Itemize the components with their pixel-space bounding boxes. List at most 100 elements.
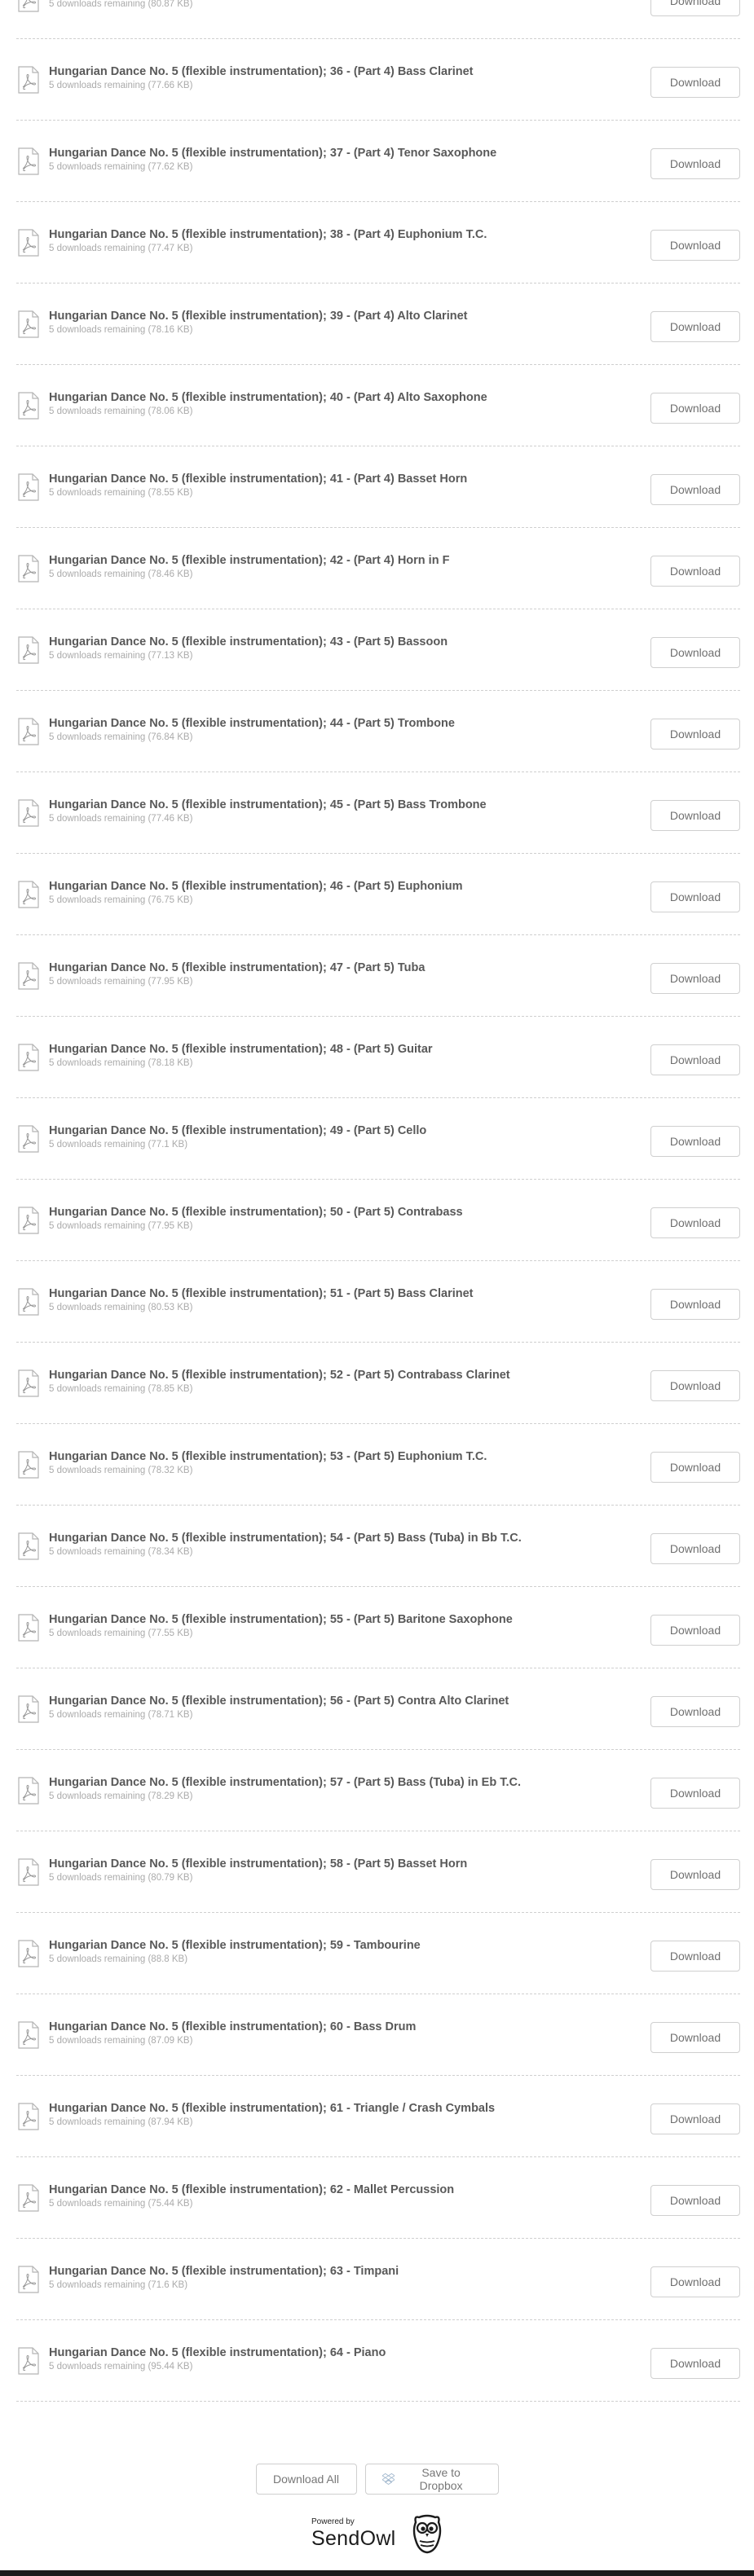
file-title: Hungarian Dance No. 5 (flexible instrume…	[49, 2265, 399, 2278]
download-button[interactable]: Download	[650, 1452, 740, 1483]
file-row: Hungarian Dance No. 5 (flexible instrume…	[16, 1831, 740, 1913]
download-button[interactable]: Download	[650, 1126, 740, 1157]
file-row: Hungarian Dance No. 5 (flexible instrume…	[16, 1668, 740, 1750]
save-to-dropbox-button[interactable]: Save to Dropbox	[364, 2464, 499, 2495]
file-title: Hungarian Dance No. 5 (flexible instrume…	[49, 1287, 474, 1300]
pdf-file-icon	[18, 0, 39, 12]
download-button[interactable]: Download	[650, 2185, 740, 2216]
file-meta: 5 downloads remaining (80.79 KB)	[49, 1873, 193, 1883]
download-button[interactable]: Download	[650, 1859, 740, 1890]
file-row: Hungarian Dance No. 5 (flexible instrume…	[16, 39, 740, 121]
file-row: Hungarian Dance No. 5 (flexible instrume…	[16, 1343, 740, 1424]
brand-name: SendOwl	[311, 2527, 396, 2550]
download-button[interactable]: Download	[650, 393, 740, 424]
download-button[interactable]: Download	[650, 2022, 740, 2053]
pdf-file-icon	[18, 1777, 39, 1805]
file-title: Hungarian Dance No. 5 (flexible instrume…	[49, 2020, 417, 2033]
download-button[interactable]: Download	[650, 2266, 740, 2297]
file-title: Hungarian Dance No. 5 (flexible instrume…	[49, 1695, 509, 1708]
pdf-file-icon	[18, 1288, 39, 1316]
pdf-file-icon	[18, 636, 39, 664]
download-button[interactable]: Download	[650, 1370, 740, 1401]
pdf-file-icon	[18, 2184, 39, 2212]
file-meta: 5 downloads remaining (77.62 KB)	[49, 162, 193, 172]
file-meta: 5 downloads remaining (78.85 KB)	[49, 1384, 193, 1394]
download-button[interactable]: Download	[650, 800, 740, 831]
file-title: Hungarian Dance No. 5 (flexible instrume…	[49, 1124, 427, 1137]
download-button[interactable]: Download	[650, 1778, 740, 1809]
pdf-file-icon	[18, 881, 39, 908]
pdf-file-icon	[18, 229, 39, 257]
download-button[interactable]: Download	[650, 1044, 740, 1075]
file-row: Hungarian Dance No. 5 (flexible instrume…	[16, 2320, 740, 2402]
download-all-button[interactable]: Download All	[255, 2464, 357, 2495]
download-button[interactable]: Download	[650, 637, 740, 668]
download-button[interactable]: Download	[650, 2348, 740, 2379]
file-title: Hungarian Dance No. 5 (flexible instrume…	[49, 2183, 455, 2196]
file-title: Hungarian Dance No. 5 (flexible instrume…	[49, 1450, 487, 1463]
download-button[interactable]: Download	[650, 230, 740, 261]
file-title: Hungarian Dance No. 5 (flexible instrume…	[49, 880, 463, 893]
download-button[interactable]: Download	[650, 311, 740, 342]
file-meta: 5 downloads remaining (77.47 KB)	[49, 244, 193, 253]
download-button[interactable]: Download	[650, 1696, 740, 1727]
pdf-file-icon	[18, 1858, 39, 1886]
download-button[interactable]: Download	[650, 1207, 740, 1238]
file-meta: 5 downloads remaining (76.84 KB)	[49, 732, 193, 742]
file-meta: 5 downloads remaining (77.1 KB)	[49, 1140, 188, 1150]
download-button[interactable]: Download	[650, 0, 740, 16]
file-meta: 5 downloads remaining (78.16 KB)	[49, 325, 193, 335]
file-title: Hungarian Dance No. 5 (flexible instrume…	[49, 1857, 468, 1870]
pdf-file-icon	[18, 962, 39, 990]
file-title: Hungarian Dance No. 5 (flexible instrume…	[49, 554, 450, 567]
pdf-file-icon	[18, 2347, 39, 2375]
download-button[interactable]: Download	[650, 1289, 740, 1320]
powered-by-label: Powered by	[311, 2517, 355, 2526]
file-row: Hungarian Dance No. 5 (flexible instrume…	[16, 1180, 740, 1261]
file-row: Hungarian Dance No. 5 (flexible instrume…	[16, 446, 740, 528]
file-meta: 5 downloads remaining (78.06 KB)	[49, 407, 193, 416]
file-meta: 5 downloads remaining (77.55 KB)	[49, 1629, 193, 1638]
download-button[interactable]: Download	[650, 1615, 740, 1646]
file-row: Hungarian Dance No. 5 (flexible instrume…	[16, 2239, 740, 2320]
download-button[interactable]: Download	[650, 881, 740, 912]
file-title: Hungarian Dance No. 5 (flexible instrume…	[49, 2346, 386, 2359]
download-button[interactable]: Download	[650, 1533, 740, 1564]
file-meta: 5 downloads remaining (78.55 KB)	[49, 488, 193, 498]
download-button[interactable]: Download	[650, 1941, 740, 1972]
file-meta: 5 downloads remaining (77.46 KB)	[49, 814, 193, 824]
owl-logo-icon	[412, 2514, 442, 2554]
file-title: Hungarian Dance No. 5 (flexible instrume…	[49, 65, 474, 78]
file-title: Hungarian Dance No. 5 (flexible instrume…	[49, 798, 487, 811]
pdf-file-icon	[18, 718, 39, 745]
download-button[interactable]: Download	[650, 148, 740, 179]
powered-by-sendowl[interactable]: Powered by SendOwl	[311, 2514, 450, 2555]
file-row: Hungarian Dance No. 5 (flexible instrume…	[16, 1424, 740, 1506]
pdf-file-icon	[18, 799, 39, 827]
download-button[interactable]: Download	[650, 963, 740, 994]
file-row: Hungarian Dance No. 5 (flexible instrume…	[16, 935, 740, 1017]
pdf-file-icon	[18, 1614, 39, 1642]
file-row: Hungarian Dance No. 5 (flexible instrume…	[16, 1098, 740, 1180]
file-row: Hungarian Dance No. 5 (flexible instrume…	[16, 365, 740, 446]
pdf-file-icon	[18, 1940, 39, 1967]
pdf-file-icon	[18, 392, 39, 420]
file-list: Hungarian Dance No. 5 (flexible instrume…	[16, 0, 740, 2402]
file-meta: 5 downloads remaining (76.75 KB)	[49, 895, 193, 905]
pdf-file-icon	[18, 1369, 39, 1397]
file-meta: 5 downloads remaining (71.6 KB)	[49, 2280, 188, 2290]
pdf-file-icon	[18, 1044, 39, 1071]
download-button[interactable]: Download	[650, 719, 740, 750]
file-row: Hungarian Dance No. 5 (flexible instrume…	[16, 2157, 740, 2239]
download-button[interactable]: Download	[650, 67, 740, 98]
pdf-file-icon	[18, 2021, 39, 2049]
download-button[interactable]: Download	[650, 2103, 740, 2134]
download-button[interactable]: Download	[650, 556, 740, 587]
file-title: Hungarian Dance No. 5 (flexible instrume…	[49, 473, 468, 486]
download-button[interactable]: Download	[650, 474, 740, 505]
pdf-file-icon	[18, 2103, 39, 2130]
file-meta: 5 downloads remaining (77.66 KB)	[49, 81, 193, 90]
file-title: Hungarian Dance No. 5 (flexible instrume…	[49, 1043, 433, 1056]
file-row: Hungarian Dance No. 5 (flexible instrume…	[16, 772, 740, 854]
file-meta: 5 downloads remaining (80.87 KB)	[49, 0, 193, 9]
